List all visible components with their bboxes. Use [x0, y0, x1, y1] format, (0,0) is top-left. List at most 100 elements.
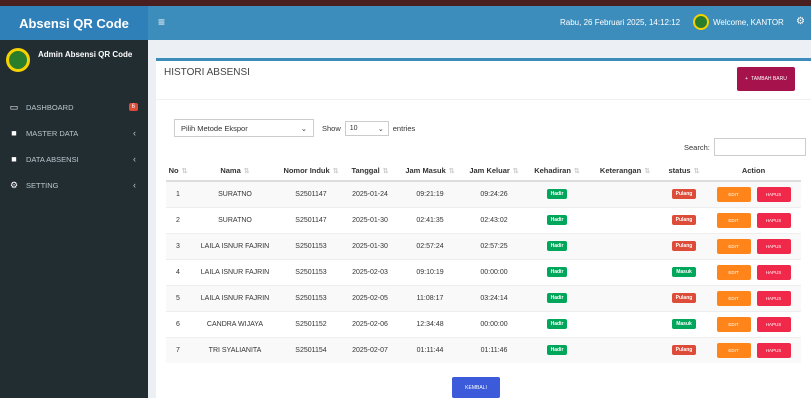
edit-button[interactable]: EDIT — [716, 238, 751, 254]
attendance-table: No ⇅ Nama ⇅ Nomor Induk ⇅ Tanggal ⇅ Jam Masu… — [166, 161, 801, 363]
edit-button[interactable]: EDIT — [716, 316, 751, 332]
gears-icon: ⚙ — [9, 179, 19, 190]
page-title: HISTORI ABSENSI — [164, 67, 250, 78]
cell-no: 1 — [166, 180, 190, 207]
cell-kehadiran: Hadir — [526, 206, 588, 233]
cell-jam-masuk: 11:08:17 — [398, 284, 462, 311]
delete-button[interactable]: HAPUS — [756, 342, 791, 358]
app-logo[interactable]: Absensi QR Code — [0, 6, 148, 40]
sidebar-item-data-absensi[interactable]: ■ DATA ABSENSI ‹ — [0, 146, 148, 172]
cell-nomor-induk: S2501152 — [280, 310, 342, 337]
cell-action: EDIT HAPUS — [706, 206, 801, 233]
cell-kehadiran: Hadir — [526, 310, 588, 337]
cell-nomor-induk: S2501153 — [280, 232, 342, 259]
sidebar-item-master-data[interactable]: ■ MASTER DATA ‹ — [0, 120, 148, 146]
cell-keterangan — [588, 284, 662, 311]
cell-nama: CANDRA WIJAYA — [190, 310, 280, 337]
kehadiran-badge: Hadir — [546, 189, 568, 200]
cell-status: Pulang — [662, 232, 706, 259]
sort-icon: ⇅ — [693, 168, 700, 175]
column-header[interactable]: Jam Keluar ⇅ — [462, 161, 526, 182]
cell-action: EDIT HAPUS — [706, 232, 801, 259]
sidebar-user-name: Admin Absensi QR Code — [38, 50, 133, 59]
cell-tanggal: 2025-01-30 — [342, 232, 398, 259]
cell-keterangan — [588, 232, 662, 259]
cell-keterangan — [588, 180, 662, 207]
histori-box: HISTORI ABSENSI + TAMBAH BARU Pilih Meto… — [156, 58, 811, 398]
column-header: Action — [706, 161, 801, 182]
divider — [156, 99, 811, 100]
table-row: 2 SURATNO S2501147 2025-01-30 02:41:35 02:43:… — [166, 206, 801, 233]
cell-jam-keluar: 02:57:25 — [462, 232, 526, 259]
kehadiran-badge: Hadir — [546, 293, 568, 303]
back-button[interactable]: KEMBALI — [452, 377, 500, 398]
cell-no: 5 — [166, 284, 190, 311]
sort-icon: ⇅ — [644, 168, 651, 175]
folder-icon: ■ — [11, 128, 17, 138]
cell-keterangan — [588, 258, 662, 285]
search-input[interactable] — [713, 138, 806, 156]
cell-nama: SURATNO — [190, 206, 280, 233]
hamburger-icon[interactable]: ≡ — [158, 15, 165, 29]
cell-tanggal: 2025-02-07 — [342, 336, 398, 363]
sort-icon: ⇅ — [382, 168, 389, 175]
chevron-left-icon: ‹ — [133, 128, 136, 138]
delete-button[interactable]: HAPUS — [756, 316, 791, 332]
add-new-button[interactable]: + TAMBAH BARU — [737, 67, 795, 91]
cell-action: EDIT HAPUS — [706, 258, 801, 285]
sidebar-item-setting[interactable]: ⚙ SETTING ‹ — [0, 172, 148, 198]
cell-keterangan — [588, 206, 662, 233]
column-header[interactable]: Nomor Induk ⇅ — [280, 161, 342, 182]
delete-button[interactable]: HAPUS — [756, 186, 791, 202]
cell-no: 6 — [166, 310, 190, 337]
cell-jam-masuk: 01:11:44 — [398, 336, 462, 363]
cell-no: 2 — [166, 206, 190, 233]
column-header[interactable]: Jam Masuk ⇅ — [398, 161, 462, 182]
cell-action: EDIT HAPUS — [706, 284, 801, 311]
column-header[interactable]: Nama ⇅ — [190, 161, 280, 182]
column-header[interactable]: Keterangan ⇅ — [588, 161, 662, 182]
cell-jam-keluar: 00:00:00 — [462, 258, 526, 285]
top-navbar: ≡ Rabu, 26 Februari 2025, 14:12:12 Welco… — [148, 6, 811, 40]
column-header[interactable]: status ⇅ — [662, 161, 706, 182]
delete-button[interactable]: HAPUS — [756, 290, 791, 306]
status-badge: Pulang — [671, 215, 697, 225]
delete-button[interactable]: HAPUS — [756, 238, 791, 254]
welcome-text: Welcome, KANTOR — [713, 17, 784, 27]
cell-jam-masuk: 02:41:35 — [398, 206, 462, 233]
settings-gears-icon[interactable]: ⚙ — [796, 16, 805, 27]
sidebar-item-label: DATA ABSENSI — [26, 154, 79, 164]
cell-tanggal: 2025-02-05 — [342, 284, 398, 311]
delete-button[interactable]: HAPUS — [756, 264, 791, 280]
cell-no: 3 — [166, 232, 190, 259]
edit-button[interactable]: EDIT — [716, 212, 751, 228]
table-row: 1 SURATNO S2501147 2025-01-24 09:21:19 09:24:… — [166, 180, 801, 207]
edit-button[interactable]: EDIT — [716, 290, 751, 306]
delete-button[interactable]: HAPUS — [756, 212, 791, 228]
cell-tanggal: 2025-02-06 — [342, 310, 398, 337]
cell-status: Pulang — [662, 180, 706, 207]
edit-button[interactable]: EDIT — [716, 264, 751, 280]
cell-nama: LAILA ISNUR FAJRIN — [190, 258, 280, 285]
avatar — [6, 48, 30, 72]
column-header[interactable]: Tanggal ⇅ — [342, 161, 398, 182]
header-datetime: Rabu, 26 Februari 2025, 14:12:12 — [560, 18, 681, 27]
cell-nama: SURATNO — [190, 180, 280, 207]
table-row: 7 TRI SYALIANITA S2501154 2025-02-07 01:11:4… — [166, 336, 801, 363]
edit-button[interactable]: EDIT — [716, 342, 751, 358]
user-menu[interactable]: Welcome, KANTOR — [693, 14, 784, 30]
export-method-select[interactable]: Pilih Metode Ekspor ⌄ — [174, 119, 314, 137]
sidebar-item-dashboard[interactable]: ▭ DASHBOARD 6 — [0, 94, 148, 120]
table-row: 5 LAILA ISNUR FAJRIN S2501153 2025-02-05 11:… — [166, 284, 801, 311]
sidebar-item-label: SETTING — [26, 180, 59, 190]
edit-button[interactable]: EDIT — [716, 186, 751, 202]
table-row: 4 LAILA ISNUR FAJRIN S2501153 2025-02-03 09:… — [166, 258, 801, 285]
cell-jam-keluar: 00:00:00 — [462, 310, 526, 337]
column-header[interactable]: Kehadiran ⇅ — [526, 161, 588, 182]
entries-select[interactable]: 10 ⌄ — [344, 121, 389, 136]
cell-nomor-induk: S2501153 — [280, 258, 342, 285]
table-row: 3 LAILA ISNUR FAJRIN S2501153 2025-01-30 02:… — [166, 232, 801, 259]
sidebar: Admin Absensi QR Code ▭ DASHBOARD 6 ■ MA… — [0, 40, 148, 398]
column-header[interactable]: No ⇅ — [166, 161, 190, 182]
user-avatar-icon — [693, 14, 709, 30]
